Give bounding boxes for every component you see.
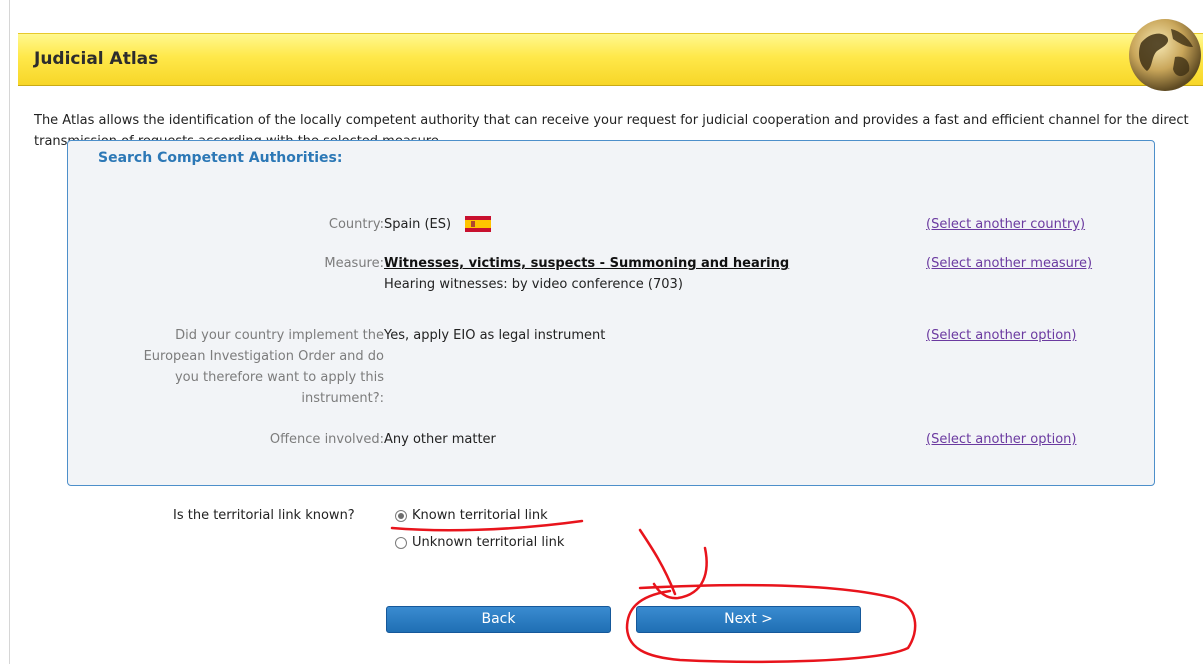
measure-label: Measure:: [324, 256, 384, 271]
select-offence-option-link[interactable]: (Select another option): [926, 429, 1076, 450]
arrow-head-annotation: [652, 546, 708, 600]
select-eio-option-link[interactable]: (Select another option): [926, 325, 1076, 346]
territorial-question: Is the territorial link known?: [173, 508, 355, 523]
back-button[interactable]: Back: [386, 606, 611, 633]
radio-label[interactable]: Known territorial link: [412, 508, 548, 523]
radio-known-territorial-link[interactable]: Known territorial link: [395, 508, 548, 523]
offence-value: Any other matter: [384, 432, 496, 447]
radio-button[interactable]: [395, 536, 407, 549]
arrow-annotation: [638, 528, 677, 596]
radio-button[interactable]: [395, 509, 407, 522]
measure-sub: Hearing witnesses: by video conference (…: [384, 277, 683, 292]
spain-flag-icon: [465, 215, 492, 232]
offence-label: Offence involved:: [269, 432, 384, 447]
left-divider: [9, 0, 10, 664]
eio-label: Did your country implement the European …: [143, 328, 384, 406]
country-value-row: Spain (ES): [384, 214, 492, 235]
header-bar: Judicial Atlas: [18, 33, 1203, 86]
select-measure-link[interactable]: (Select another measure): [926, 253, 1092, 274]
search-title: Search Competent Authorities:: [98, 150, 343, 166]
radio-unknown-territorial-link[interactable]: Unknown territorial link: [395, 535, 564, 550]
next-button[interactable]: Next >: [636, 606, 861, 633]
measure-value[interactable]: Witnesses, victims, suspects - Summoning…: [384, 253, 789, 274]
select-country-link[interactable]: (Select another country): [926, 214, 1085, 235]
country-label: Country:: [328, 217, 384, 232]
search-panel: Search Competent Authorities: Country: S…: [67, 140, 1155, 486]
country-value: Spain (ES): [384, 217, 452, 232]
page-title: Judicial Atlas: [34, 49, 159, 69]
radio-label[interactable]: Unknown territorial link: [412, 535, 564, 550]
globe-icon: [1129, 19, 1201, 91]
eio-value: Yes, apply EIO as legal instrument: [384, 328, 606, 343]
